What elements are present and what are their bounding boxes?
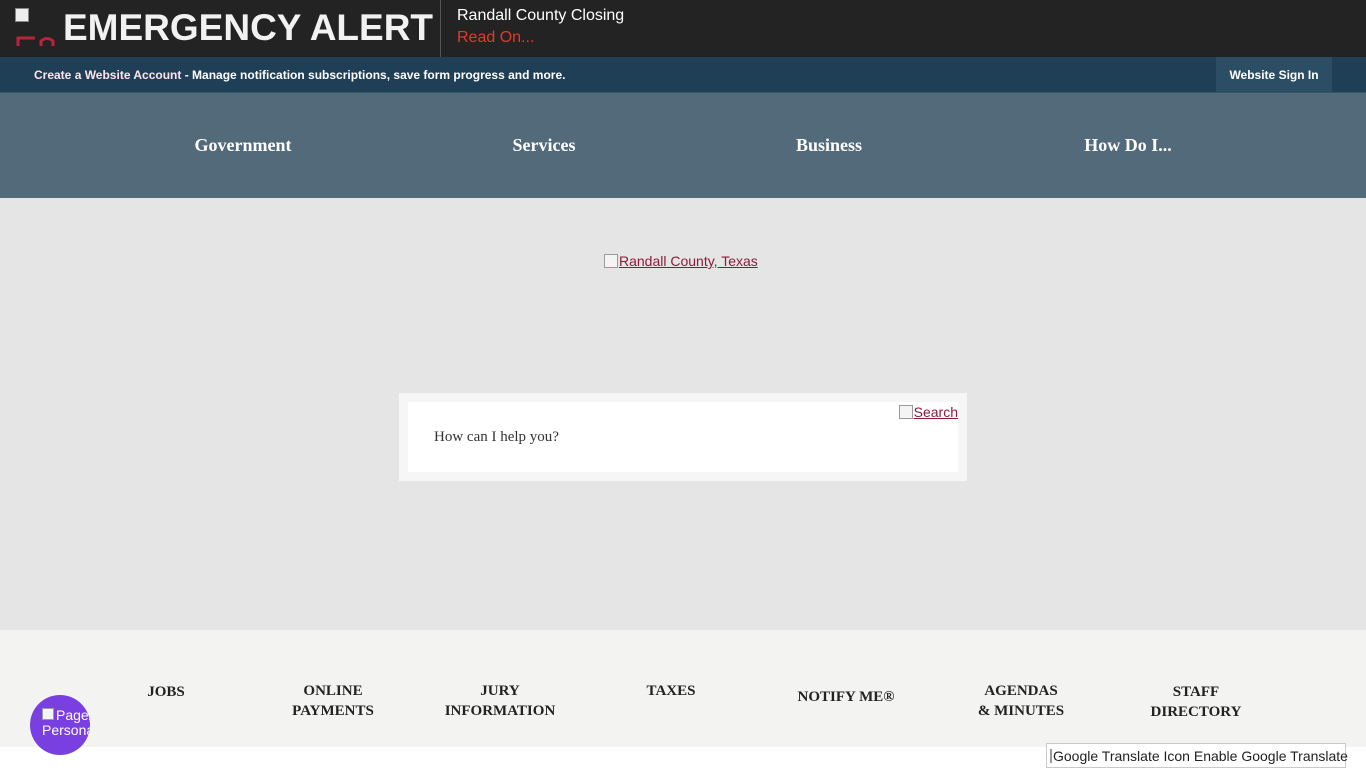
broken-image-icon <box>898 405 913 419</box>
quick-link-taxes[interactable]: TAXES <box>647 681 696 701</box>
account-description: - Manage notification subscriptions, sav… <box>181 68 566 82</box>
alert-divider <box>440 0 441 57</box>
account-bar: Create a Website Account - Manage notifi… <box>0 57 1366 93</box>
alert-icon <box>15 8 55 48</box>
quick-link-jury-information[interactable]: JURY INFORMATION <box>445 681 556 721</box>
page-assist-alt-text: PageAssist Personalize <box>42 707 90 738</box>
search-input[interactable] <box>408 402 888 472</box>
nav-item-business[interactable]: Business <box>796 135 862 156</box>
alert-title: EMERGENCY ALERT <box>63 7 434 48</box>
site-logo-link[interactable]: Randall County, Texas <box>604 253 758 269</box>
quick-link-notify-me[interactable]: NOTIFY ME® <box>798 687 895 707</box>
site-logo-alt-text: Randall County, Texas <box>619 253 758 269</box>
quick-links: JOBS ONLINE PAYMENTS JURY INFORMATION TA… <box>0 630 1366 747</box>
quick-link-agendas-minutes[interactable]: AGENDAS & MINUTES <box>978 681 1064 721</box>
quick-link-jobs[interactable]: JOBS <box>147 682 185 702</box>
quick-link-staff-directory[interactable]: STAFF DIRECTORY <box>1151 682 1242 722</box>
search-button-alt-text: Search <box>913 404 958 420</box>
create-account-link[interactable]: Create a Website Account <box>34 68 181 82</box>
account-text: Create a Website Account - Manage notifi… <box>34 68 565 82</box>
nav-item-government[interactable]: Government <box>195 135 292 156</box>
search-container: Search <box>399 393 967 481</box>
google-translate-label: Google Translate Icon Enable Google Tran… <box>1053 747 1348 764</box>
search-box: Search <box>408 402 958 472</box>
nav-item-how-do-i[interactable]: How Do I... <box>1084 135 1172 156</box>
alert-graphic-icon <box>16 36 55 46</box>
quick-link-online-payments[interactable]: ONLINE PAYMENTS <box>292 681 374 721</box>
alert-message: Randall County Closing <box>457 7 625 24</box>
translate-icon <box>1050 748 1052 763</box>
main-nav: Government Services Business How Do I... <box>0 93 1366 198</box>
emergency-alert-bar: EMERGENCY ALERT Randall County Closing R… <box>0 0 1366 57</box>
page-assist-button[interactable]: PageAssist Personalize <box>30 695 90 755</box>
search-button[interactable]: Search <box>898 404 958 420</box>
nav-item-services[interactable]: Services <box>513 135 576 156</box>
website-sign-in-button[interactable]: Website Sign In <box>1216 57 1332 92</box>
alert-read-on-link[interactable]: Read On... <box>457 29 534 47</box>
google-translate-button[interactable]: Google Translate Icon Enable Google Tran… <box>1046 743 1348 768</box>
hero-section: Randall County, Texas Search <box>0 198 1366 630</box>
broken-image-icon <box>604 254 618 268</box>
